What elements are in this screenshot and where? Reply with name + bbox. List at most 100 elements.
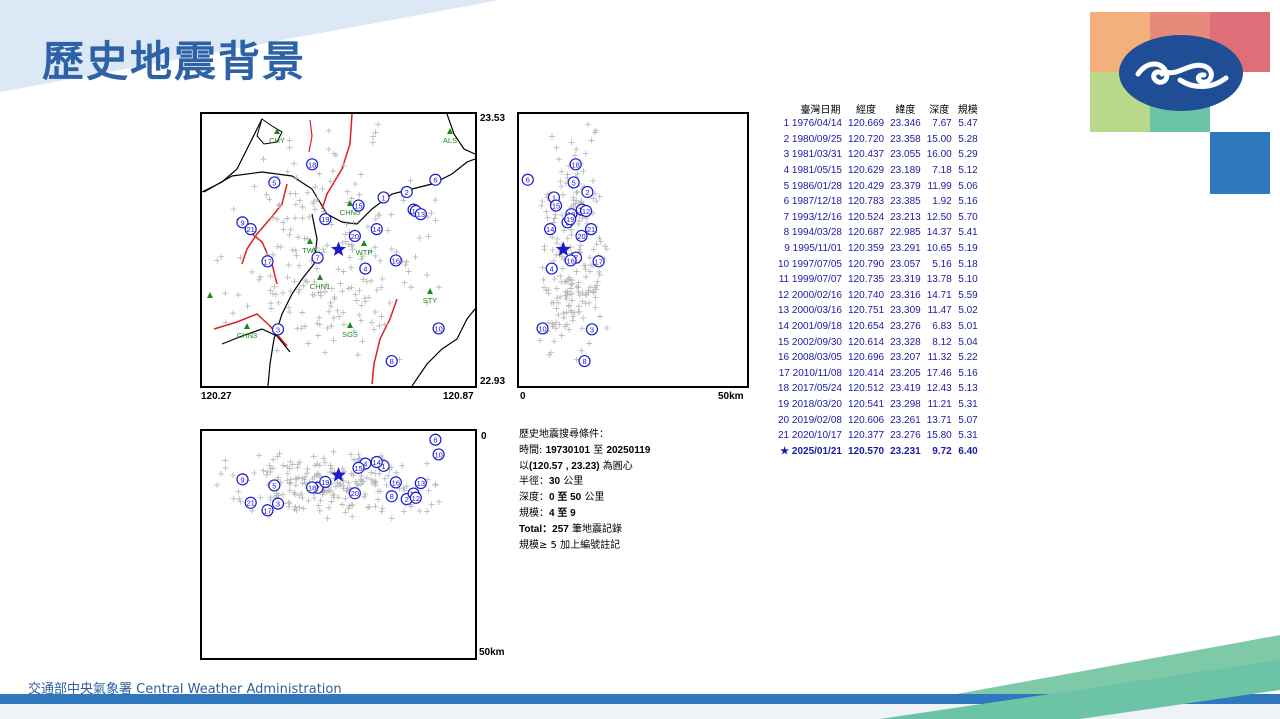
cell-lon: 120.377 — [847, 430, 885, 442]
background-event-mark — [372, 244, 379, 251]
svg-text:18: 18 — [308, 160, 316, 169]
event-marker: 18 — [569, 158, 582, 171]
svg-text:17: 17 — [594, 257, 602, 266]
background-event-mark — [280, 219, 287, 226]
background-event-mark — [344, 188, 351, 195]
background-event-mark — [569, 317, 576, 324]
svg-text:WTP: WTP — [356, 248, 373, 257]
cell-id-date: 18 2017/05/24 — [775, 381, 845, 397]
svg-text:3: 3 — [276, 500, 280, 509]
background-event-mark — [359, 338, 366, 345]
event-marker: 6 — [429, 433, 442, 446]
event-marker: 21 — [584, 223, 598, 236]
cell-mag: 5.06 — [958, 180, 978, 192]
event-marker: 16 — [389, 254, 402, 267]
background-event-mark — [412, 253, 419, 260]
event-date: 1980/09/25 — [789, 133, 842, 145]
svg-text:15: 15 — [354, 464, 362, 473]
background-event-mark — [580, 168, 587, 175]
cell-lat: 23.346 — [890, 118, 921, 130]
cell-depth: 15.80 — [926, 430, 952, 442]
background-event-mark — [286, 500, 293, 507]
background-event-mark — [292, 215, 299, 222]
cell-mag: 5.12 — [958, 165, 978, 177]
cell-mag: 5.28 — [958, 133, 978, 145]
cell-lon: 120.614 — [847, 336, 885, 348]
criteria-magnitude: 規模：4 至 9 — [519, 507, 576, 519]
station-marker — [207, 292, 213, 298]
background-event-mark — [591, 129, 598, 136]
cell-lon: 120.414 — [847, 367, 885, 379]
cell-lon: 120.783 — [847, 196, 885, 208]
background-event-mark — [560, 310, 567, 317]
background-event-mark — [339, 239, 346, 246]
cell-id-date: 15 2002/09/30 — [775, 334, 845, 350]
background-event-mark — [314, 320, 321, 327]
event-number: 19 — [778, 398, 790, 410]
svg-text:10: 10 — [538, 324, 546, 333]
background-event-mark — [287, 226, 294, 233]
cell-mag: 5.31 — [958, 430, 978, 442]
background-event-mark — [586, 299, 593, 306]
background-event-mark — [310, 200, 317, 207]
table-row: 1 1976/04/14 120.669 23.346 7.67 5.47 — [775, 116, 981, 132]
background-event-mark — [553, 144, 560, 151]
background-event-mark — [571, 152, 578, 159]
cell-depth: 17.46 — [926, 367, 952, 379]
lat-bottom-label: 22.93 — [480, 376, 506, 387]
cell-id-date: 5 1986/01/28 — [775, 178, 845, 194]
svg-text:5: 5 — [572, 178, 576, 187]
event-marker: 3 — [585, 323, 599, 336]
background-event-mark — [578, 347, 585, 354]
background-event-mark — [558, 278, 565, 285]
background-event-mark — [249, 268, 256, 275]
col-lon: 經度 — [856, 104, 877, 116]
background-event-mark — [408, 284, 415, 291]
event-marker: 6 — [429, 173, 442, 186]
background-event-mark — [244, 303, 251, 310]
background-event-mark — [342, 509, 349, 516]
background-event-mark — [379, 276, 386, 283]
background-event-mark — [372, 503, 379, 510]
cell-lat: 23.419 — [890, 383, 921, 395]
svg-text:18: 18 — [572, 160, 580, 169]
event-marker: 13 — [414, 476, 427, 490]
background-event-mark — [214, 257, 221, 264]
svg-text:14: 14 — [546, 225, 554, 234]
background-event-mark — [538, 202, 545, 209]
background-event-mark — [558, 183, 565, 190]
background-event-mark — [267, 469, 274, 476]
background-event-mark — [385, 472, 392, 479]
cell-id-date: 10 1997/07/05 — [775, 256, 845, 272]
table-row: 17 2010/11/08 120.414 23.205 17.46 5.16 — [775, 366, 981, 382]
background-event-mark — [574, 283, 581, 290]
cell-lat: 23.385 — [890, 196, 921, 208]
table-row: 13 2000/03/16 120.751 23.309 11.47 5.02 — [775, 303, 981, 319]
cell-mag: 5.29 — [958, 149, 978, 161]
background-event-mark — [540, 276, 547, 283]
background-event-mark — [573, 146, 580, 153]
event-number: 20 — [778, 414, 790, 426]
cell-depth: 5.16 — [932, 258, 952, 270]
event-date: 1981/03/31 — [789, 149, 842, 161]
background-event-mark — [352, 291, 359, 298]
background-event-mark — [280, 226, 287, 233]
table-row: 9 1995/11/01 120.359 23.291 10.65 5.19 — [775, 241, 981, 257]
background-event-mark — [214, 482, 221, 489]
background-event-mark — [557, 178, 564, 185]
background-event-mark — [325, 146, 332, 153]
svg-text:2: 2 — [585, 188, 589, 197]
background-event-mark — [347, 451, 354, 458]
background-event-mark — [358, 256, 365, 263]
background-event-mark — [563, 295, 570, 302]
cell-depth: 14.71 — [926, 289, 952, 301]
background-event-mark — [293, 252, 300, 259]
criteria-heading: 歷史地震搜尋條件： — [519, 429, 609, 440]
event-date: 2001/09/18 — [789, 321, 842, 333]
background-event-mark — [296, 197, 303, 204]
background-event-mark — [362, 298, 369, 305]
cell-id-date: 19 2018/03/20 — [775, 397, 845, 413]
background-event-mark — [319, 185, 326, 192]
event-number: 14 — [778, 321, 790, 333]
event-marker: 8 — [385, 490, 398, 503]
